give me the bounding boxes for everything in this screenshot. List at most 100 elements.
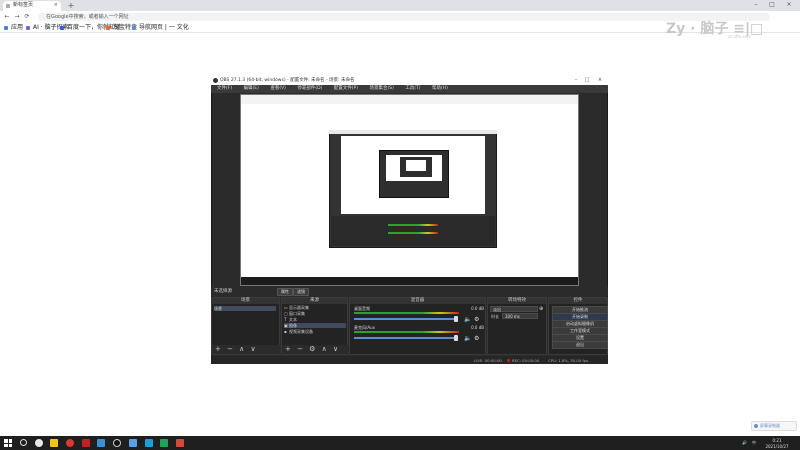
captured-browser-bar [241,95,578,104]
browser-tab[interactable]: 新标签页 × [3,1,61,11]
speaker-tray-icon[interactable]: 🔊 [742,440,747,445]
channel-db: 0.0 dB [471,325,484,330]
exit-button[interactable]: 退出 [552,341,608,349]
transition-select[interactable]: 淡出 [490,306,538,312]
address-bar[interactable]: 在Google中搜索，或者输入一个网址 [38,13,770,21]
menu-tools[interactable]: 工具(T) [405,86,420,91]
source-item[interactable]: ▣图像 [284,323,346,328]
menu-help[interactable]: 帮助(H) [432,86,448,91]
sources-dock: 来源 ▭显示器采集 ▢窗口采集 T 文本 ▣图像 ▪ 视频采集设备 + − ⚙ ∧ … [281,297,350,355]
maximize-button[interactable]: □ [766,0,778,10]
source-item[interactable]: ▭显示器采集 [284,305,346,310]
reload-button[interactable]: ⟳ [23,12,31,21]
clock[interactable]: 0:21 2021/10/27 [762,438,792,449]
bookmark-icon [132,25,136,30]
scenes-footer-controls[interactable]: + − ∧ ∨ [212,345,282,354]
menu-view[interactable]: 查看(V) [270,86,286,91]
nested-obs-title [329,130,497,134]
file-explorer-icon[interactable] [50,439,58,447]
channel-meter [354,312,459,314]
record-icon [754,424,758,428]
mixer-dock-title: 混音器 [350,298,485,304]
nested-obs-preview-3 [406,160,426,171]
source-item[interactable]: ▪ 视频采集设备 [284,329,346,334]
minimize-button[interactable]: – [750,0,762,10]
transitions-dock-title: 转场特效 [488,298,546,304]
mixer-channel: 桌面音频 0.0 dB 🔈 ⚙ [354,306,484,324]
nested-meter [388,232,438,234]
source-toolbar: 未选择源 属性 滤镜 [211,287,608,296]
rec-dot-icon [507,358,510,362]
nested-meter [388,224,438,226]
rec-status: REC: 00:00:00 [512,358,540,363]
windows-start-icon[interactable] [4,439,12,447]
obs-taskbar-icon[interactable] [113,439,121,447]
tab-close-icon[interactable]: × [54,2,58,8]
bookmark-icon [26,25,30,30]
obs-logo-icon [213,78,218,83]
app-icon[interactable] [145,439,153,447]
gear-icon[interactable]: ⚙ [474,335,479,342]
bookmark-icon [106,25,110,30]
obs-status-bar: LIVE: 00:00:00 REC: 00:00:00 CPU: 1.8%, … [211,356,608,364]
chrome-icon[interactable] [35,439,43,447]
app-icon[interactable] [97,439,105,447]
screen-recorder-widget[interactable]: 屏幕录制器 [751,421,797,431]
menu-docks[interactable]: 停靠部件(D) [297,86,322,91]
filters-button[interactable]: 滤镜 [293,288,309,296]
menu-edit[interactable]: 编辑(E) [244,86,259,91]
sources-footer-controls[interactable]: + − ⚙ ∧ ∨ [282,345,350,354]
nested-obs-docks [331,216,495,246]
bookmark-label: 应用 [11,24,24,31]
menu-scene-collection[interactable]: 场景集合(S) [369,86,393,91]
forward-button[interactable]: → [13,12,21,21]
apps-icon [4,25,8,30]
duration-label: 时长 [491,314,499,319]
sources-dock-title: 来源 [282,298,347,304]
bookmark-icon [60,25,64,30]
source-label: 文本 [289,317,297,322]
app-icon[interactable] [66,439,74,447]
speaker-icon[interactable]: 🔈 [464,335,471,342]
add-transition-icon[interactable]: ⊕ [539,306,543,312]
address-bar-placeholder: 在Google中搜索，或者输入一个网址 [46,14,129,20]
volume-slider[interactable] [354,337,457,339]
back-button[interactable]: ← [3,12,11,21]
source-item[interactable]: T 文本 [284,317,346,322]
channel-meter [354,331,459,333]
menu-profile[interactable]: 配置文件(P) [334,86,358,91]
properties-button[interactable]: 属性 [277,288,293,296]
channel-db: 0.0 dB [471,306,484,311]
volume-slider[interactable] [354,318,457,320]
transitions-dock: 转场特效 淡出 ⊕ 时长 300 ms [487,297,547,355]
search-icon[interactable] [20,439,27,446]
source-label: 显示器采集 [289,305,309,310]
app-icon[interactable] [176,439,184,447]
recorder-label: 屏幕录制器 [760,423,780,428]
live-status: LIVE: 00:00:00 [474,358,502,363]
scene-item[interactable]: 场景 [214,306,276,311]
gear-icon[interactable]: ⚙ [474,316,479,323]
app-icon[interactable] [129,439,137,447]
close-window-button[interactable]: × [783,0,795,10]
controls-dock-title: 控件 [549,298,607,304]
watermark-subtext: zz.nfte.com [728,34,752,39]
app-icon[interactable] [160,439,168,447]
duration-input[interactable]: 300 ms [502,313,538,319]
new-tab-button[interactable]: + [66,1,76,10]
obs-maximize-button[interactable]: □ [581,76,593,85]
source-label: 图像 [289,323,297,328]
bookmark-item[interactable]: 导航网页 | 一 文化 [132,24,189,31]
speaker-icon[interactable]: 🔈 [464,316,471,323]
ime-indicator[interactable]: 中 [752,440,756,446]
source-item[interactable]: ▢窗口采集 [284,311,346,316]
cpu-status: CPU: 1.8%, 30.00 fps [548,358,589,363]
bookmark-apps[interactable]: 应用 [4,24,23,31]
obs-close-button[interactable]: × [594,76,606,85]
volume-slider-handle[interactable] [454,316,458,322]
menu-file[interactable]: 文件(F) [217,86,232,91]
bookmark-label: 导航网页 | 一 文化 [139,24,189,31]
scenes-dock-title: 场景 [212,298,279,304]
volume-slider-handle[interactable] [454,335,458,341]
app-icon[interactable] [82,439,90,447]
